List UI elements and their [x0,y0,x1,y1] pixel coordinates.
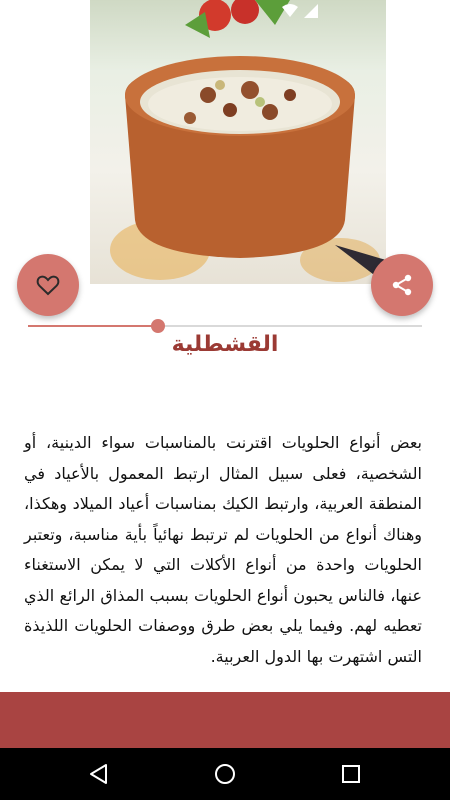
dessert-photo [90,0,386,284]
share-icon [392,274,412,296]
triangle-back-icon [90,764,107,784]
nav-home-button[interactable] [212,761,238,787]
reading-progress-fill [28,325,159,327]
signal-icon [304,4,318,18]
status-bar-icons [282,4,318,18]
nav-recent-button[interactable] [338,761,364,787]
like-button[interactable] [17,254,79,316]
reading-progress-bar[interactable] [28,319,422,333]
square-recent-icon [342,765,360,783]
article-body: بعض أنواع الحلويات اقترنت بالمناسبات سوا… [24,433,422,666]
article-title: القشطلية [171,332,279,357]
dessert-photo-illustration [110,0,386,284]
reading-progress-thumb[interactable] [151,319,166,333]
nav-back-button[interactable] [86,761,112,787]
heart-outline-icon [36,275,60,296]
system-navigation-bar [0,748,450,800]
share-button[interactable] [371,254,433,316]
wifi-icon [282,4,298,17]
circle-home-icon [215,764,235,784]
bottom-bar [0,692,450,748]
